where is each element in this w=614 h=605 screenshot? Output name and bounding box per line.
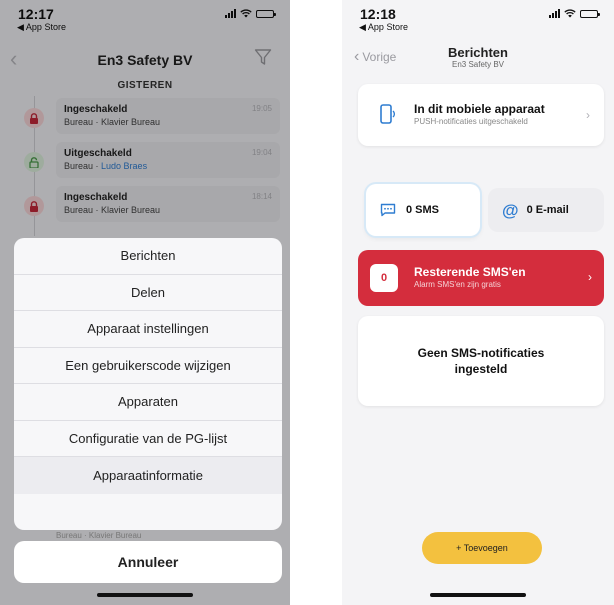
empty-state-message: Geen SMS-notificaties ingesteld xyxy=(417,345,545,376)
battery-icon xyxy=(580,9,600,18)
home-indicator[interactable] xyxy=(97,593,193,597)
action-configuratie-pg-lijst[interactable]: Configuratie van de PG-lijst xyxy=(14,421,282,457)
device-push-card[interactable]: In dit mobiele apparaat PUSH-notificatie… xyxy=(358,84,604,146)
obscured-event-peek: Bureau · Klavier Bureau xyxy=(56,531,142,540)
action-apparaten[interactable]: Apparaten xyxy=(14,384,282,421)
status-icons xyxy=(549,9,600,18)
tab-email-label: 0 E-mail xyxy=(526,204,569,216)
action-apparaat-instellingen[interactable]: Apparaat instellingen xyxy=(14,311,282,348)
status-time: 12:18 xyxy=(360,6,396,22)
right-phone-screen: 12:18 ◀ App Store ‹ Vorige Berichten En3 … xyxy=(342,0,614,605)
remaining-sms-card[interactable]: 0 Resterende SMS'en Alarm SMS'en zijn gr… xyxy=(358,250,604,306)
chevron-right-icon: › xyxy=(588,270,592,284)
page-title: Berichten xyxy=(448,45,508,60)
remaining-sms-note: Alarm SMS'en zijn gratis xyxy=(414,280,501,289)
cellular-signal-icon xyxy=(549,9,560,18)
mobile-device-icon xyxy=(380,104,395,124)
at-sign-icon: @ xyxy=(502,200,519,220)
device-status: PUSH-notificaties uitgeschakeld xyxy=(414,117,528,126)
chevron-right-icon: › xyxy=(586,108,590,122)
add-button[interactable]: + Toevoegen xyxy=(422,532,542,564)
action-sheet: Berichten Delen Apparaat instellingen Ee… xyxy=(14,238,282,530)
action-gebruikerscode-wijzigen[interactable]: Een gebruikerscode wijzigen xyxy=(14,348,282,384)
page-subtitle: En3 Safety BV xyxy=(451,60,505,69)
action-apparaatinformatie[interactable]: Apparaatinformatie xyxy=(14,457,282,494)
navigation-bar: ‹ Vorige Berichten En3 Safety BV xyxy=(342,40,614,76)
back-to-app-store[interactable]: ◀ App Store xyxy=(359,22,408,33)
action-delen[interactable]: Delen xyxy=(14,275,282,311)
tab-email[interactable]: @ 0 E-mail xyxy=(488,188,604,232)
left-phone-screen: 12:17 ◀ App Store ‹ En3 Safety BV GISTER… xyxy=(0,0,290,605)
tab-sms-label: 0 SMS xyxy=(406,204,440,216)
remaining-sms-title: Resterende SMS'en xyxy=(414,265,526,279)
cancel-button[interactable]: Annuleer xyxy=(14,541,282,583)
action-berichten[interactable]: Berichten xyxy=(14,238,282,275)
sms-bubble-icon xyxy=(380,203,396,217)
wifi-icon xyxy=(564,9,576,18)
home-indicator[interactable] xyxy=(430,593,526,597)
empty-state-card: Geen SMS-notificaties ingesteld xyxy=(358,316,604,406)
device-title: In dit mobiele apparaat xyxy=(414,102,545,116)
tab-sms[interactable]: 0 SMS xyxy=(366,184,480,236)
remaining-sms-count: 0 xyxy=(370,264,398,292)
status-bar: 12:18 ◀ App Store xyxy=(342,0,614,33)
